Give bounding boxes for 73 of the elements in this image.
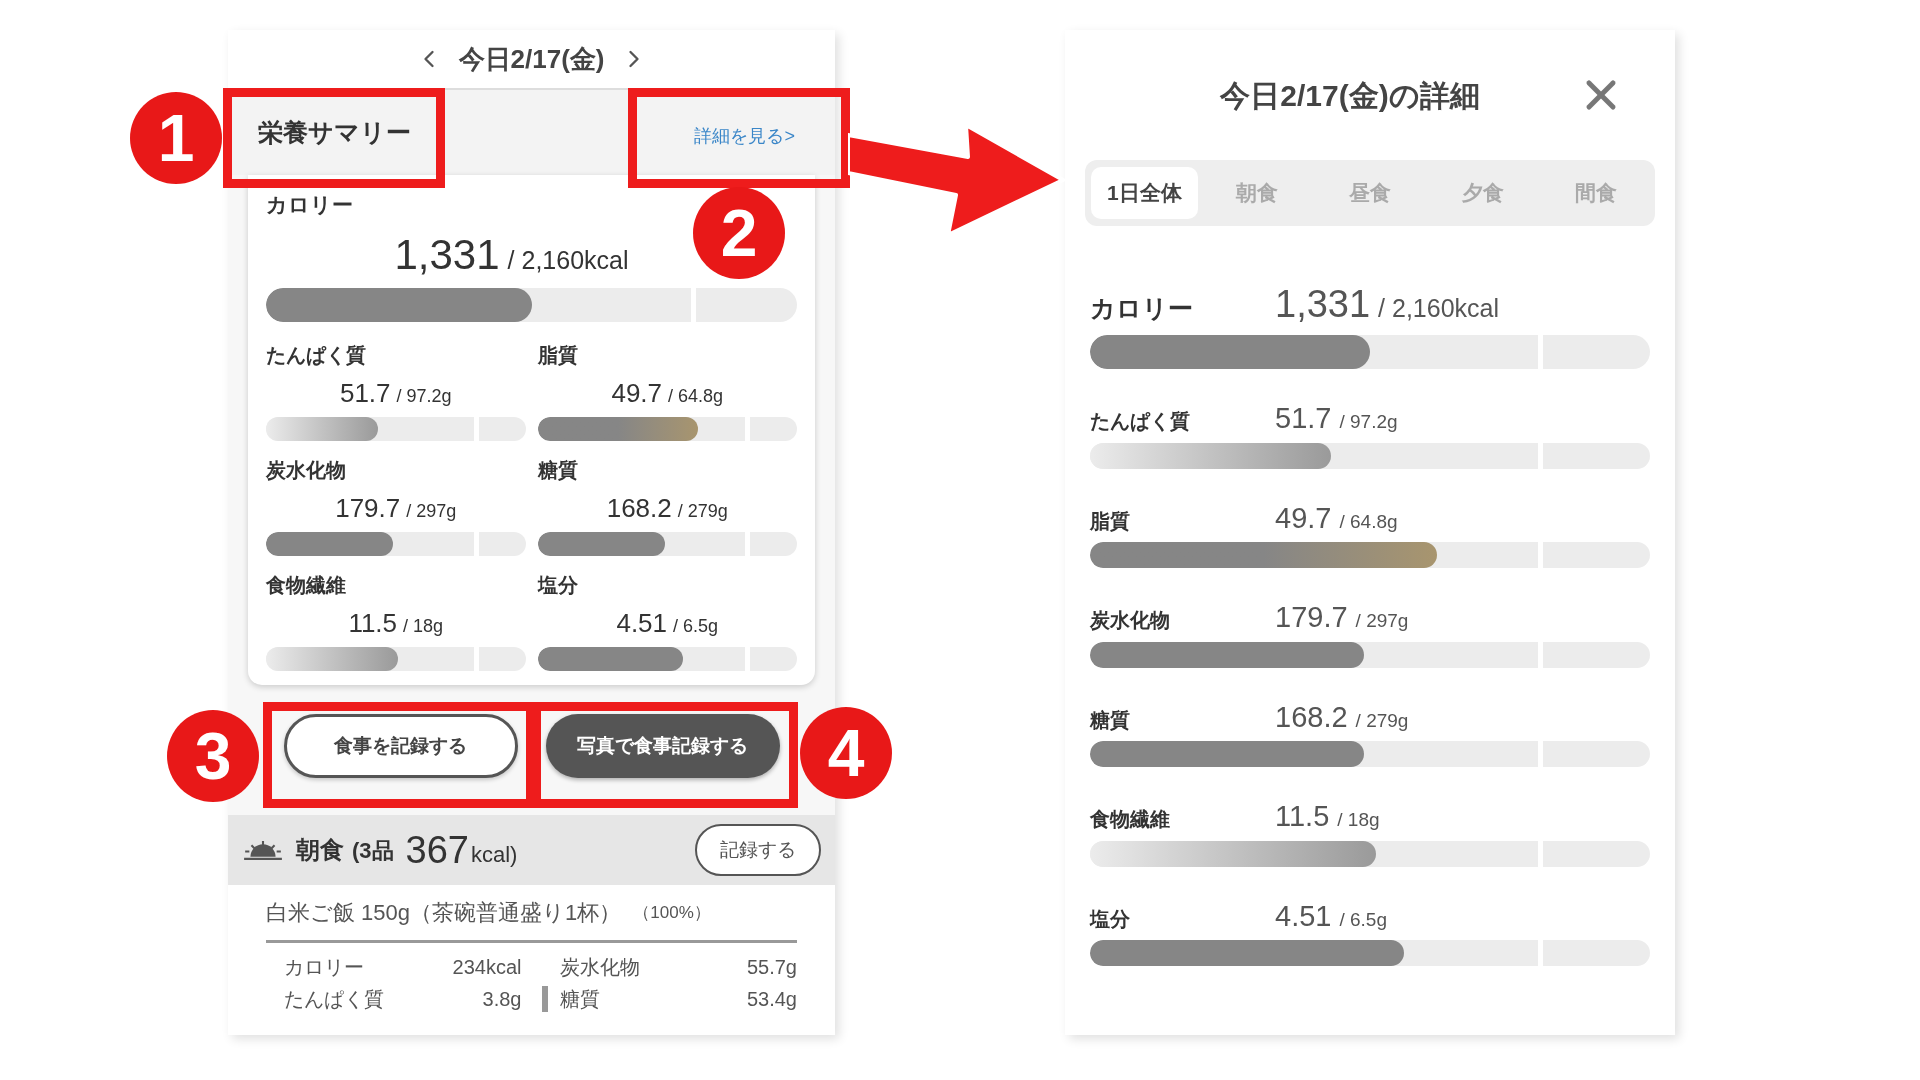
nutrient-value: 1,331 xyxy=(1275,282,1371,327)
nutrient-target: / 97.2g xyxy=(396,384,452,408)
meal-tab[interactable]: 朝食 xyxy=(1203,167,1311,219)
fact-label: カロリー xyxy=(284,955,365,980)
section-title: 栄養サマリー xyxy=(258,116,411,148)
nutrient-target: / 64.8g xyxy=(668,384,724,408)
nutrient-target: / 279g xyxy=(1355,708,1409,733)
nutrient-label: 食物繊維 xyxy=(1090,807,1171,832)
meal-calories: 367 xyxy=(405,827,469,873)
nutrient-label: 塩分 xyxy=(537,572,579,598)
nutrient-value: 179.7 xyxy=(335,491,401,525)
nutrient-target: / 64.8g xyxy=(1339,509,1398,534)
nutrient-target: / 18g xyxy=(403,614,444,638)
nutrient-target: / 297g xyxy=(1355,609,1409,633)
step-number: 4 xyxy=(800,707,892,799)
nutrient-label: たんぱく質 xyxy=(266,342,367,368)
step-number: 1 xyxy=(130,92,222,184)
details-title: 今日2/17(金)の詳細 xyxy=(1220,77,1480,114)
nutrient-label: 脂質 xyxy=(1090,508,1131,534)
sunrise-icon xyxy=(242,839,284,861)
fact-label: たんぱく質 xyxy=(284,987,385,1012)
nutrient-target: / 6.5g xyxy=(1339,907,1387,932)
nutrient-target: / 18g xyxy=(1337,808,1380,832)
nutrient-target: / 279g xyxy=(677,499,728,523)
fact-value: 55.7g xyxy=(746,955,797,980)
nutrient-value: 168.2 xyxy=(1275,699,1348,735)
nutrient-value: 4.51 xyxy=(1275,898,1332,934)
meal-tab[interactable]: 1日全体 xyxy=(1091,167,1198,219)
step-number: 3 xyxy=(167,710,259,802)
meal-tab[interactable]: 間食 xyxy=(1542,167,1649,219)
fact-label: 糖質 xyxy=(559,987,601,1012)
sub-item-bar xyxy=(541,986,548,1012)
portion-ratio: （100%） xyxy=(633,901,711,924)
nutrient-label: 炭水化物 xyxy=(1090,608,1171,633)
nutrient-value: 49.7 xyxy=(611,376,663,410)
nutrient-value: 1,331 xyxy=(394,229,500,280)
meal-tab[interactable]: 夕食 xyxy=(1429,167,1537,219)
meal-title: 朝食 xyxy=(296,835,344,865)
food-name: 白米ご飯 150g（茶碗普通盛り1杯） xyxy=(266,899,622,927)
nutrient-label: 食物繊維 xyxy=(266,572,347,598)
nutrient-value: 49.7 xyxy=(1275,500,1332,536)
fact-value: 234kcal xyxy=(452,955,522,980)
details-link[interactable]: 詳細を見る> xyxy=(694,123,795,150)
nutrient-value: 11.5 xyxy=(348,606,398,640)
nutrient-value: 51.7 xyxy=(339,376,391,410)
record-meal-button[interactable]: 食事を記録する xyxy=(283,714,518,778)
nutrient-target: / 6.5g xyxy=(673,614,719,638)
item-count: (3品 xyxy=(352,836,394,865)
nutrient-target: / 297g xyxy=(406,499,457,523)
nutrient-label: 糖質 xyxy=(1090,707,1131,733)
nutrient-label: 脂質 xyxy=(537,342,579,368)
fact-label: 炭水化物 xyxy=(559,955,641,980)
nutrient-label: 糖質 xyxy=(537,457,579,483)
date-title: 今日2/17(金) xyxy=(458,42,605,76)
calorie-unit: kcal) xyxy=(470,840,518,869)
nutrient-target: / 97.2g xyxy=(1339,410,1398,434)
nutrient-value: 11.5 xyxy=(1275,799,1330,834)
nutrient-label: たんぱく質 xyxy=(1090,409,1191,434)
nutrient-value: 179.7 xyxy=(1275,600,1348,635)
nutrient-label: カロリー xyxy=(1090,293,1194,324)
record-button[interactable]: 記録する xyxy=(695,824,821,876)
nutrient-label: カロリー xyxy=(266,192,354,218)
nutrient-target: / 2,160kcal xyxy=(507,244,629,276)
nutrient-label: 炭水化物 xyxy=(266,457,347,483)
nutrient-target: / 2,160kcal xyxy=(1378,293,1499,324)
nutrient-value: 168.2 xyxy=(606,491,672,525)
nutrient-value: 51.7 xyxy=(1275,401,1332,436)
fact-value: 3.8g xyxy=(482,987,522,1012)
nutrient-value: 4.51 xyxy=(616,606,668,640)
record-meal-button[interactable]: 写真で食事記録する xyxy=(545,714,780,778)
meal-tab[interactable]: 昼食 xyxy=(1316,167,1424,219)
nutrient-label: 塩分 xyxy=(1090,906,1131,932)
fact-value: 53.4g xyxy=(746,987,797,1012)
